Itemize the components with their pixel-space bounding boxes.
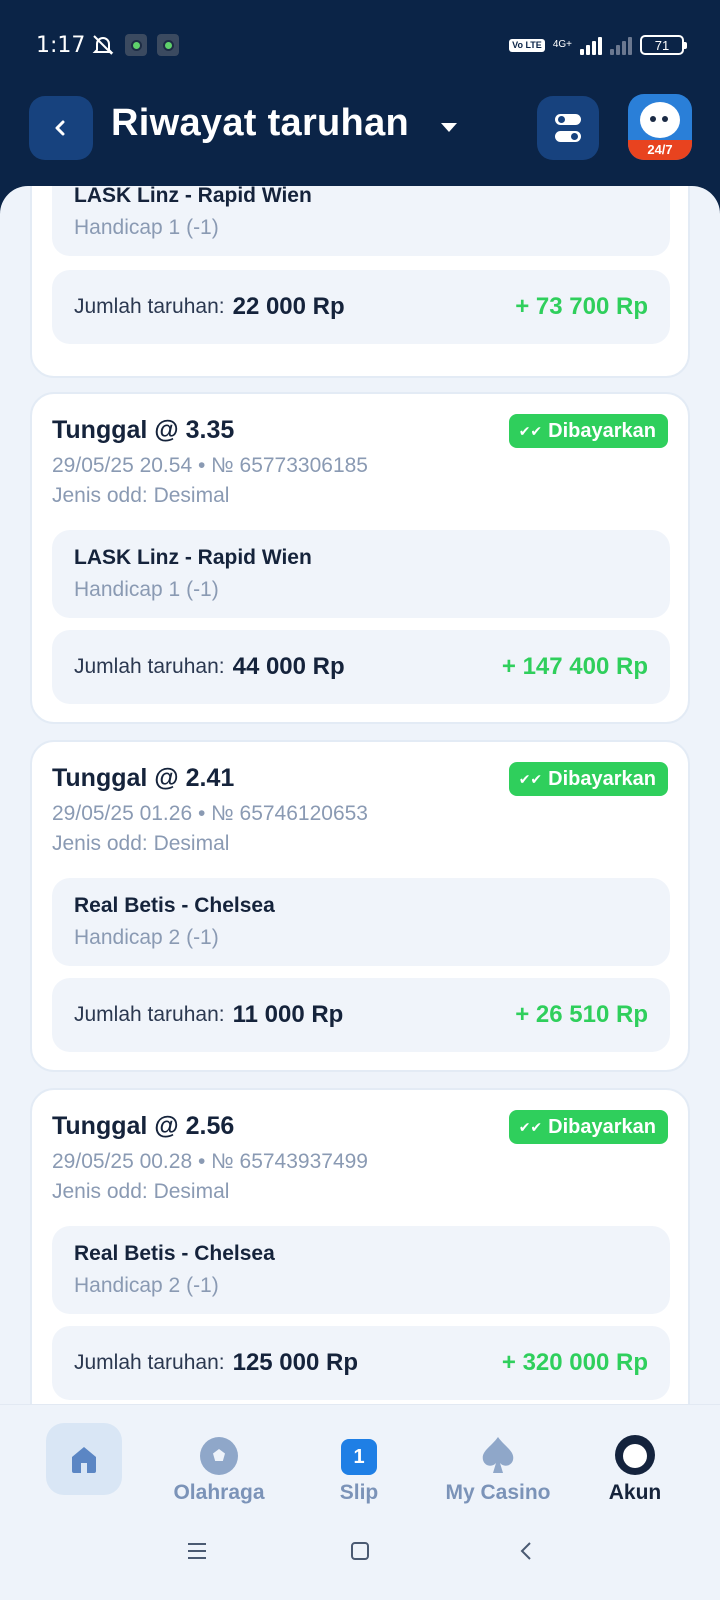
avatar	[615, 1435, 655, 1475]
back-button[interactable]	[29, 96, 93, 160]
event-market: Handicap 1 (-1)	[74, 216, 219, 239]
status-time: 1:17	[36, 32, 86, 58]
stake-box: Jumlah taruhan: 125 000 Rp + 320 000 Rp	[52, 1326, 670, 1400]
stake-box: Jumlah taruhan: 11 000 Rp + 26 510 Rp	[52, 978, 670, 1052]
back-icon[interactable]	[516, 1540, 538, 1562]
stake-amount: 11 000 Rp	[232, 1001, 344, 1028]
odds-type: Jenis odd: Desimal	[52, 484, 230, 507]
stake-amount: 44 000 Rp	[232, 653, 345, 680]
nav-casino[interactable]: My Casino	[438, 1405, 558, 1515]
toggle-icon	[555, 131, 581, 142]
nav-home-button[interactable]	[46, 1423, 122, 1495]
status-badge: ✔✔ Dibayarkan	[508, 1110, 668, 1144]
event-box: LASK Linz - Rapid Wien Handicap 1 (-1)	[52, 530, 670, 618]
nav-account-label: Akun	[608, 1481, 662, 1504]
home-square-icon[interactable]	[349, 1540, 371, 1562]
home-icon	[72, 1447, 96, 1473]
stake-box: Jumlah taruhan: 22 000 Rp + 73 700 Rp	[52, 270, 670, 344]
filter-settings-button[interactable]	[537, 96, 599, 160]
double-check-icon: ✔✔	[518, 422, 543, 439]
event-name: LASK Linz - Rapid Wien	[74, 186, 312, 207]
bell-muted-icon	[92, 35, 114, 55]
bet-title: Tunggal @ 2.41	[52, 764, 235, 792]
nav-account[interactable]: Akun	[600, 1405, 670, 1515]
event-name: Real Betis - Chelsea	[74, 894, 275, 917]
volte-icon: Vo LTE	[509, 38, 545, 52]
event-box: Real Betis - Chelsea Handicap 2 (-1)	[52, 1226, 670, 1314]
double-check-icon: ✔✔	[518, 770, 543, 787]
app-header: Riwayat taruhan 24/7	[0, 92, 720, 164]
soccer-ball-icon	[200, 1437, 238, 1475]
status-badge: ✔✔ Dibayarkan	[508, 762, 668, 796]
notification-app-icon	[157, 34, 180, 56]
bet-datetime-id: 29/05/25 20.54 • № 65773306185	[52, 454, 368, 477]
event-box: LASK Linz - Rapid Wien Handicap 1 (-1)	[52, 186, 670, 256]
toggle-icon	[555, 114, 581, 125]
bet-card[interactable]: Tunggal @ 2.56 ✔✔ Dibayarkan 29/05/25 00…	[30, 1088, 690, 1412]
bet-history-list[interactable]: LASK Linz - Rapid Wien Handicap 1 (-1) J…	[0, 186, 720, 1412]
nav-casino-label: My Casino	[445, 1481, 551, 1504]
event-name: Real Betis - Chelsea	[74, 1242, 275, 1265]
bet-title: Tunggal @ 3.35	[52, 416, 235, 444]
nav-slip-label: Slip	[339, 1481, 379, 1504]
stake-label: Jumlah taruhan:	[74, 1351, 225, 1374]
win-amount: + 320 000 Rp	[501, 1349, 648, 1376]
signal-no-service-icon	[610, 35, 632, 55]
win-amount: + 26 510 Rp	[515, 1001, 648, 1028]
win-amount: + 73 700 Rp	[515, 293, 648, 320]
bet-card[interactable]: Tunggal @ 2.41 ✔✔ Dibayarkan 29/05/25 01…	[30, 740, 690, 1072]
bottom-nav: Olahraga 1 Slip My Casino Akun	[0, 1404, 720, 1514]
support-button[interactable]: 24/7	[628, 94, 692, 160]
stake-label: Jumlah taruhan:	[74, 295, 225, 318]
event-market: Handicap 1 (-1)	[74, 578, 219, 601]
nav-sports-label: Olahraga	[173, 1481, 265, 1504]
network-type: 4G+	[552, 39, 572, 50]
bet-datetime-id: 29/05/25 00.28 • № 65743937499	[52, 1150, 368, 1173]
event-market: Handicap 2 (-1)	[74, 926, 219, 949]
event-name: LASK Linz - Rapid Wien	[74, 546, 312, 569]
system-nav-bar	[0, 1514, 720, 1600]
bet-card[interactable]: LASK Linz - Rapid Wien Handicap 1 (-1) J…	[30, 186, 690, 378]
signal-icon	[580, 35, 602, 55]
double-check-icon: ✔✔	[518, 1118, 543, 1135]
event-market: Handicap 2 (-1)	[74, 1274, 219, 1297]
slip-count-badge: 1	[341, 1439, 377, 1475]
stake-label: Jumlah taruhan:	[74, 1003, 225, 1026]
menu-icon[interactable]	[186, 1540, 208, 1562]
event-box: Real Betis - Chelsea Handicap 2 (-1)	[52, 878, 670, 966]
notification-app-icon	[125, 34, 148, 56]
mascot-icon	[640, 102, 680, 138]
chevron-left-icon	[55, 120, 65, 136]
stake-amount: 125 000 Rp	[232, 1349, 359, 1376]
bet-card[interactable]: Tunggal @ 3.35 ✔✔ Dibayarkan 29/05/25 20…	[30, 392, 690, 724]
win-amount: + 147 400 Rp	[501, 653, 648, 680]
battery-icon: 71	[640, 35, 687, 55]
stake-amount: 22 000 Rp	[232, 293, 345, 320]
nav-sports[interactable]: Olahraga	[166, 1405, 272, 1515]
bet-datetime-id: 29/05/25 01.26 • № 65746120653	[52, 802, 368, 825]
nav-slip[interactable]: 1 Slip	[326, 1405, 392, 1515]
spade-icon	[482, 1437, 514, 1473]
odds-type: Jenis odd: Desimal	[52, 832, 230, 855]
stake-box: Jumlah taruhan: 44 000 Rp + 147 400 Rp	[52, 630, 670, 704]
stake-label: Jumlah taruhan:	[74, 655, 225, 678]
status-bar: 1:17 Vo LTE 4G+ 71	[0, 0, 720, 90]
support-badge: 24/7	[628, 140, 692, 160]
bet-title: Tunggal @ 2.56	[52, 1112, 235, 1140]
page-title[interactable]: Riwayat taruhan	[111, 102, 409, 145]
odds-type: Jenis odd: Desimal	[52, 1180, 230, 1203]
status-badge: ✔✔ Dibayarkan	[508, 414, 668, 448]
chevron-down-icon[interactable]	[441, 123, 457, 132]
